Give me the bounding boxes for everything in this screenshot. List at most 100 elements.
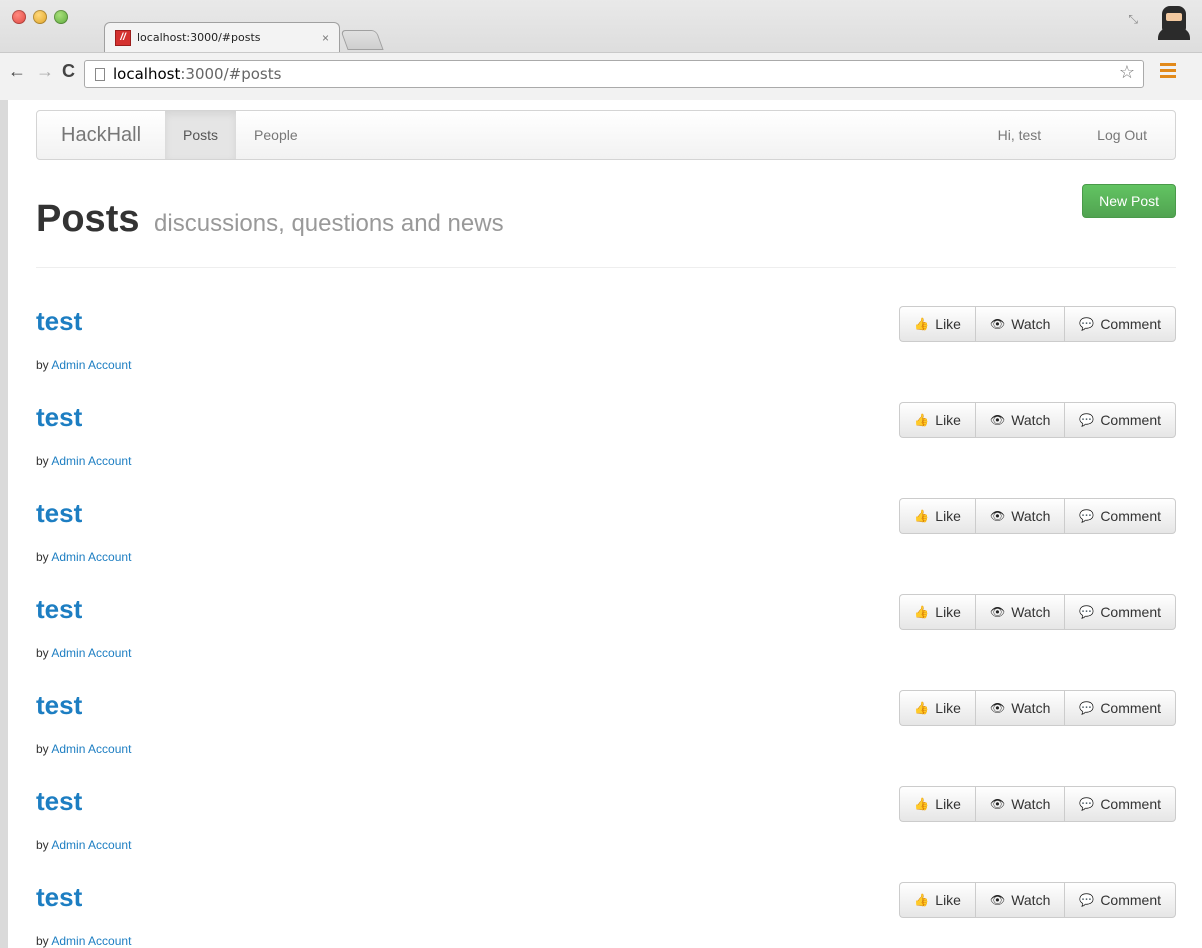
post-byline: by Admin Account: [36, 838, 132, 852]
comment-icon: 💬: [1079, 701, 1095, 715]
url-host: localhost: [113, 65, 181, 83]
zoom-window-button[interactable]: [54, 10, 68, 24]
post-author-link[interactable]: Admin Account: [51, 358, 131, 372]
comment-icon: 💬: [1079, 509, 1095, 523]
thumbs-up-icon: 👍: [914, 797, 930, 811]
close-window-button[interactable]: [12, 10, 26, 24]
post-author-link[interactable]: Admin Account: [51, 934, 131, 948]
comment-button[interactable]: 💬 Comment: [1064, 402, 1176, 438]
post-title-link[interactable]: test: [36, 882, 82, 913]
comment-button[interactable]: 💬 Comment: [1064, 786, 1176, 822]
like-button[interactable]: 👍 Like: [899, 306, 975, 342]
eye-icon: 👁: [989, 605, 1006, 619]
new-tab-button[interactable]: [340, 30, 384, 50]
address-bar[interactable]: localhost:3000/#posts ☆: [84, 60, 1144, 88]
watch-button[interactable]: 👁 Watch: [974, 690, 1065, 726]
post-actions: 👍 Like 👁 Watch 💬 Comment: [899, 690, 1176, 726]
comment-button[interactable]: 💬 Comment: [1064, 306, 1176, 342]
post-item: test by Admin Account 👍 Like 👁 Watch 💬 Comm…: [36, 288, 1176, 384]
post-title-link[interactable]: test: [36, 306, 82, 337]
like-button[interactable]: 👍 Like: [899, 690, 975, 726]
post-author-link[interactable]: Admin Account: [51, 742, 131, 756]
post-title-link[interactable]: test: [36, 786, 82, 817]
new-post-button[interactable]: New Post: [1082, 184, 1176, 218]
eye-icon: 👁: [989, 509, 1006, 523]
browser-toolbar: ← → C localhost:3000/#posts ☆: [0, 52, 1202, 100]
back-arrow-icon[interactable]: ←: [8, 61, 26, 82]
page-header: Posts discussions, questions and news Ne…: [36, 178, 1176, 268]
window-controls: [12, 10, 68, 24]
watch-button[interactable]: 👁 Watch: [974, 402, 1065, 438]
thumbs-up-icon: 👍: [914, 317, 930, 331]
favicon-icon: //: [115, 29, 131, 46]
post-author-link[interactable]: Admin Account: [51, 454, 131, 468]
post-title-link[interactable]: test: [36, 690, 82, 721]
post-byline: by Admin Account: [36, 358, 132, 372]
top-navbar: HackHall Posts People Hi, test Log Out: [36, 110, 1176, 160]
post-byline: by Admin Account: [36, 934, 132, 948]
like-button[interactable]: 👍 Like: [899, 786, 975, 822]
watch-button[interactable]: 👁 Watch: [974, 498, 1065, 534]
post-item: test by Admin Account 👍 Like 👁 Watch 💬 Comm…: [36, 384, 1176, 480]
eye-icon: 👁: [989, 317, 1006, 331]
nav-posts[interactable]: Posts: [165, 111, 237, 159]
eye-icon: 👁: [989, 797, 1006, 811]
comment-button[interactable]: 💬 Comment: [1064, 882, 1176, 918]
comment-button[interactable]: 💬 Comment: [1064, 594, 1176, 630]
comment-button[interactable]: 💬 Comment: [1064, 690, 1176, 726]
post-title-link[interactable]: test: [36, 498, 82, 529]
comment-icon: 💬: [1079, 605, 1095, 619]
post-byline: by Admin Account: [36, 454, 132, 468]
post-title-link[interactable]: test: [36, 594, 82, 625]
url-path: :3000/#posts: [180, 65, 282, 83]
reload-icon[interactable]: C: [62, 61, 75, 82]
post-byline: by Admin Account: [36, 646, 132, 660]
post-author-link[interactable]: Admin Account: [51, 838, 131, 852]
profile-avatar-icon[interactable]: [1156, 4, 1192, 40]
post-item: test by Admin Account 👍 Like 👁 Watch 💬 Comm…: [36, 576, 1176, 672]
comment-icon: 💬: [1079, 413, 1095, 427]
like-button[interactable]: 👍 Like: [899, 498, 975, 534]
post-item: test by Admin Account 👍 Like 👁 Watch 💬 Comm…: [36, 768, 1176, 864]
fullscreen-icon[interactable]: ⤡: [1128, 12, 1138, 27]
comment-icon: 💬: [1079, 797, 1095, 811]
thumbs-up-icon: 👍: [914, 413, 930, 427]
bookmark-star-icon[interactable]: ☆: [1119, 62, 1135, 83]
watch-button[interactable]: 👁 Watch: [974, 594, 1065, 630]
post-author-link[interactable]: Admin Account: [51, 646, 131, 660]
watch-button[interactable]: 👁 Watch: [974, 882, 1065, 918]
post-item: test by Admin Account 👍 Like 👁 Watch 💬 Comm…: [36, 480, 1176, 576]
post-author-link[interactable]: Admin Account: [51, 550, 131, 564]
thumbs-up-icon: 👍: [914, 509, 930, 523]
forward-arrow-icon[interactable]: →: [36, 61, 54, 82]
post-actions: 👍 Like 👁 Watch 💬 Comment: [899, 882, 1176, 918]
thumbs-up-icon: 👍: [914, 605, 930, 619]
thumbs-up-icon: 👍: [914, 893, 930, 907]
page-icon: [95, 67, 105, 81]
like-button[interactable]: 👍 Like: [899, 882, 975, 918]
browser-menu-icon[interactable]: [1160, 63, 1176, 79]
post-item: test by Admin Account 👍 Like 👁 Watch 💬 Comm…: [36, 864, 1176, 948]
nav-people[interactable]: People: [236, 111, 316, 159]
watch-button[interactable]: 👁 Watch: [974, 786, 1065, 822]
comment-button[interactable]: 💬 Comment: [1064, 498, 1176, 534]
thumbs-up-icon: 👍: [914, 701, 930, 715]
nav-user-greeting[interactable]: Hi, test: [970, 111, 1070, 159]
like-button[interactable]: 👍 Like: [899, 594, 975, 630]
post-actions: 👍 Like 👁 Watch 💬 Comment: [899, 786, 1176, 822]
post-actions: 👍 Like 👁 Watch 💬 Comment: [899, 498, 1176, 534]
page-content: HackHall Posts People Hi, test Log Out P…: [0, 100, 1202, 948]
like-button[interactable]: 👍 Like: [899, 402, 975, 438]
browser-tab[interactable]: // localhost:3000/#posts ×: [104, 22, 340, 52]
tab-close-icon[interactable]: ×: [322, 31, 329, 45]
watch-button[interactable]: 👁 Watch: [974, 306, 1065, 342]
brand-logo[interactable]: HackHall: [37, 111, 165, 159]
comment-icon: 💬: [1079, 317, 1095, 331]
minimize-window-button[interactable]: [33, 10, 47, 24]
page-subtitle: discussions, questions and news: [154, 210, 504, 237]
eye-icon: 👁: [989, 701, 1006, 715]
post-title-link[interactable]: test: [36, 402, 82, 433]
page-title: Posts discussions, questions and news: [36, 198, 504, 240]
post-byline: by Admin Account: [36, 550, 132, 564]
nav-logout[interactable]: Log Out: [1069, 111, 1175, 159]
